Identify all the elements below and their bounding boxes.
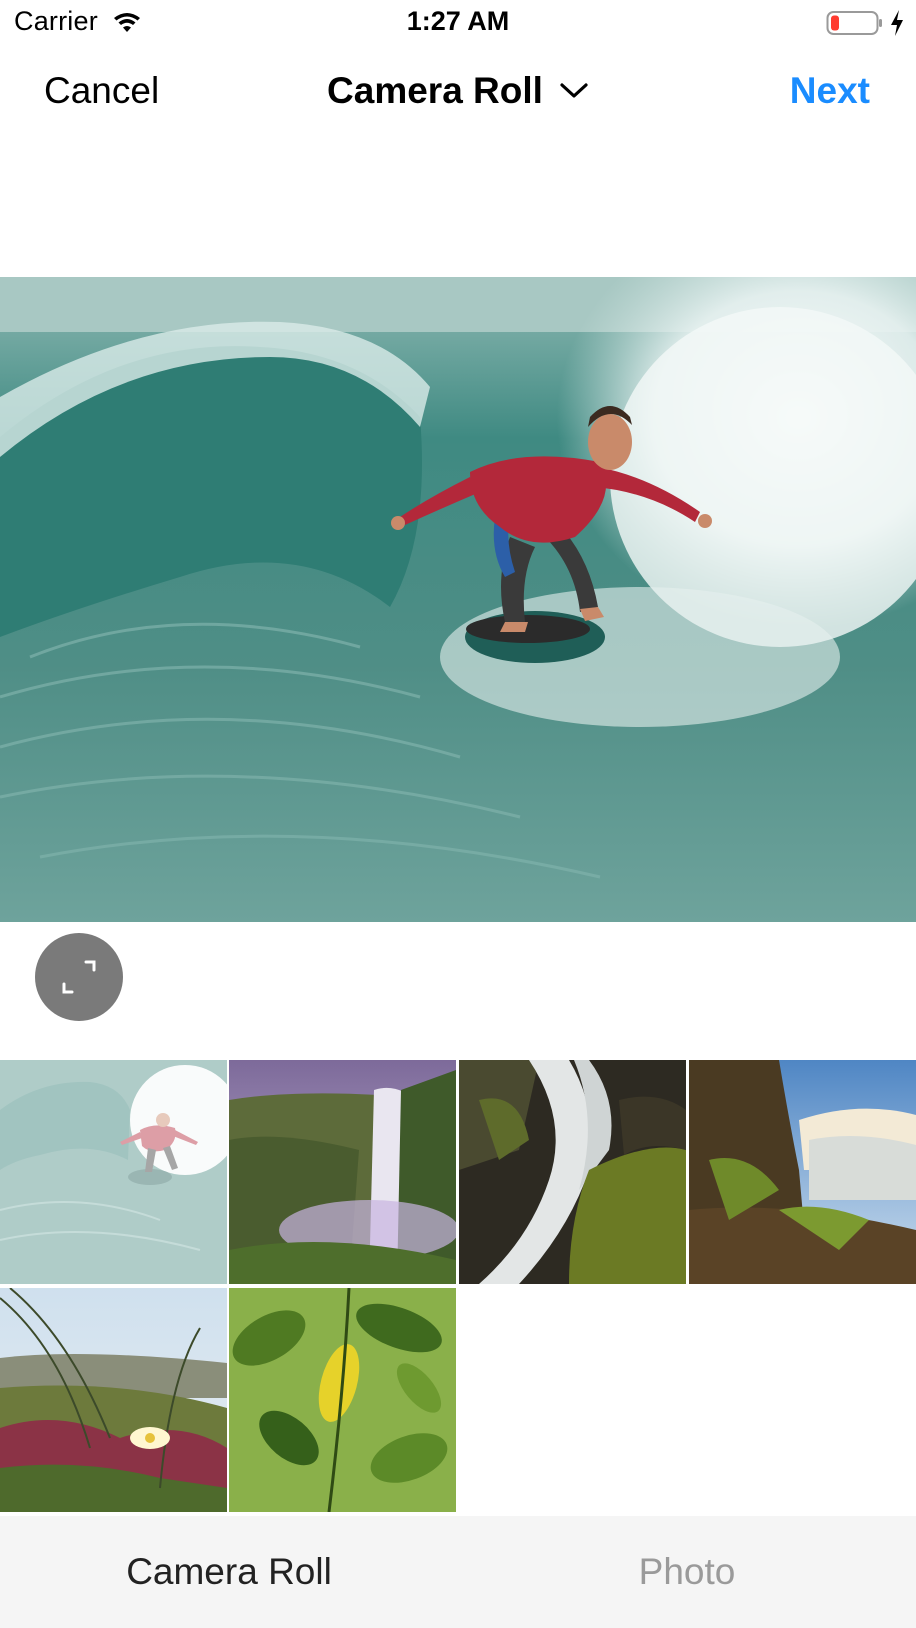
thumbnail-waterfall-wide[interactable] [689,1060,916,1284]
thumbnail-surfer[interactable] [0,1060,227,1284]
chevron-down-icon [560,83,588,98]
album-picker[interactable]: Camera Roll [327,70,589,112]
album-title: Camera Roll [327,70,543,111]
charging-bolt-icon [891,10,903,36]
expand-crop-button[interactable] [35,933,123,1021]
thumbnail-waterfall-rocks[interactable] [459,1060,686,1284]
photo-preview[interactable] [0,277,916,922]
surfer-photo [0,277,916,922]
thumbnail-waterfall-purple[interactable] [229,1060,456,1284]
clock: 1:27 AM [406,6,510,36]
bottom-tab-bar: Camera Roll Photo [0,1516,916,1628]
cancel-button[interactable]: Cancel [44,70,159,112]
nav-bar: Cancel Camera Roll Next [0,46,916,140]
thumbnail-beach-flower[interactable] [0,1288,227,1512]
tab-camera-roll[interactable]: Camera Roll [0,1516,458,1628]
thumbnail-leaves[interactable] [229,1288,456,1512]
status-bar: Carrier 1:27 AM [0,0,916,46]
battery-icon [826,11,882,35]
expand-icon [62,960,96,994]
next-button[interactable]: Next [790,70,870,112]
tab-photo[interactable]: Photo [458,1516,916,1628]
photo-grid [0,1060,916,1514]
